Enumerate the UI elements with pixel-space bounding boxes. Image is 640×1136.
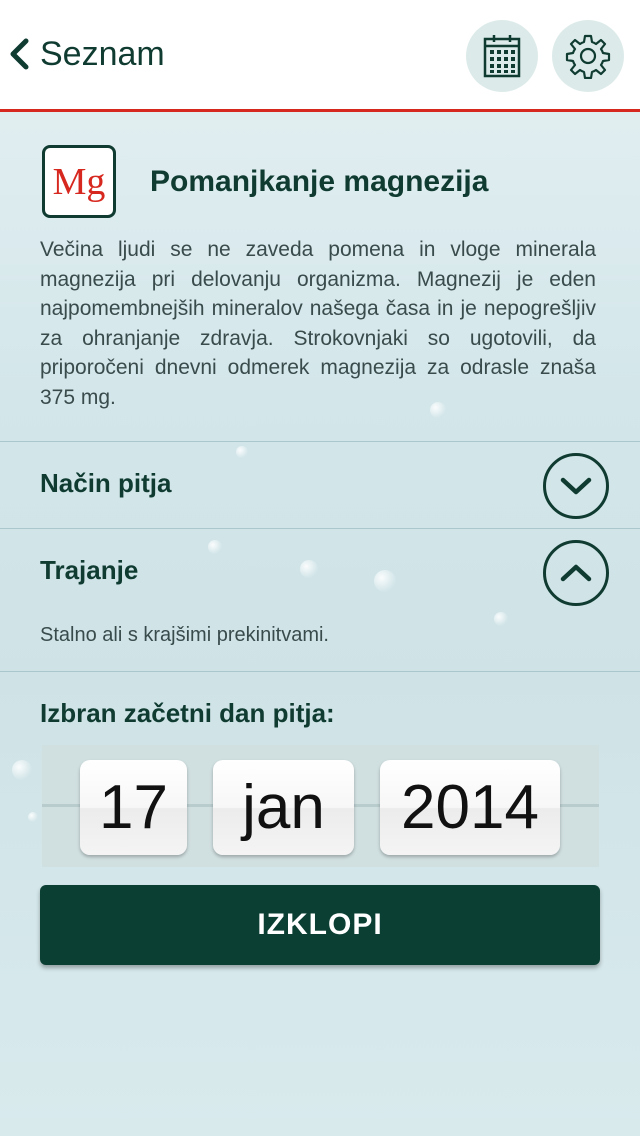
chevron-down-icon <box>560 477 592 495</box>
settings-button[interactable] <box>552 20 624 92</box>
back-label: Seznam <box>40 34 165 73</box>
calendar-icon <box>483 35 521 78</box>
bubble <box>208 540 222 554</box>
month-picker[interactable]: jan <box>213 760 354 855</box>
bubble <box>494 612 508 626</box>
chevron-up-icon <box>560 564 592 582</box>
year-picker[interactable]: 2014 <box>380 760 560 855</box>
mineral-description: Večina ljudi se ne zaveda pomena in vlog… <box>40 238 596 409</box>
bubble <box>300 560 318 578</box>
expand-button-nacin-pitja[interactable] <box>543 453 609 519</box>
divider <box>0 528 640 529</box>
section-text-trajanje: Stalno ali s krajšimi prekinitvami. <box>40 624 329 646</box>
day-value: 17 <box>99 773 168 842</box>
day-picker[interactable]: 17 <box>80 760 187 855</box>
start-date-label: Izbran začetni dan pitja: <box>40 698 335 728</box>
bubble <box>236 446 248 458</box>
collapse-button-trajanje[interactable] <box>543 540 609 606</box>
year-value: 2014 <box>401 773 539 842</box>
bubble <box>374 570 396 592</box>
page-title: Pomanjkanje magnezija <box>150 165 489 198</box>
date-picker: 17 jan 2014 <box>42 745 599 867</box>
bubble <box>12 760 32 780</box>
top-bar: Seznam <box>0 0 640 112</box>
chevron-left-icon <box>10 38 29 70</box>
divider <box>0 671 640 672</box>
mineral-symbol-badge: Mg <box>42 145 116 218</box>
section-label-nacin-pitja[interactable]: Način pitja <box>40 468 171 499</box>
turn-off-label: IZKLOPI <box>257 908 383 941</box>
section-label-trajanje[interactable]: Trajanje <box>40 555 138 586</box>
turn-off-button[interactable]: IZKLOPI <box>40 885 600 965</box>
mineral-symbol: Mg <box>52 160 106 203</box>
back-button[interactable]: Seznam <box>6 28 165 80</box>
gear-icon <box>565 34 611 79</box>
bubble <box>28 812 38 822</box>
month-value: jan <box>242 773 325 842</box>
divider <box>0 441 640 442</box>
calendar-button[interactable] <box>466 20 538 92</box>
